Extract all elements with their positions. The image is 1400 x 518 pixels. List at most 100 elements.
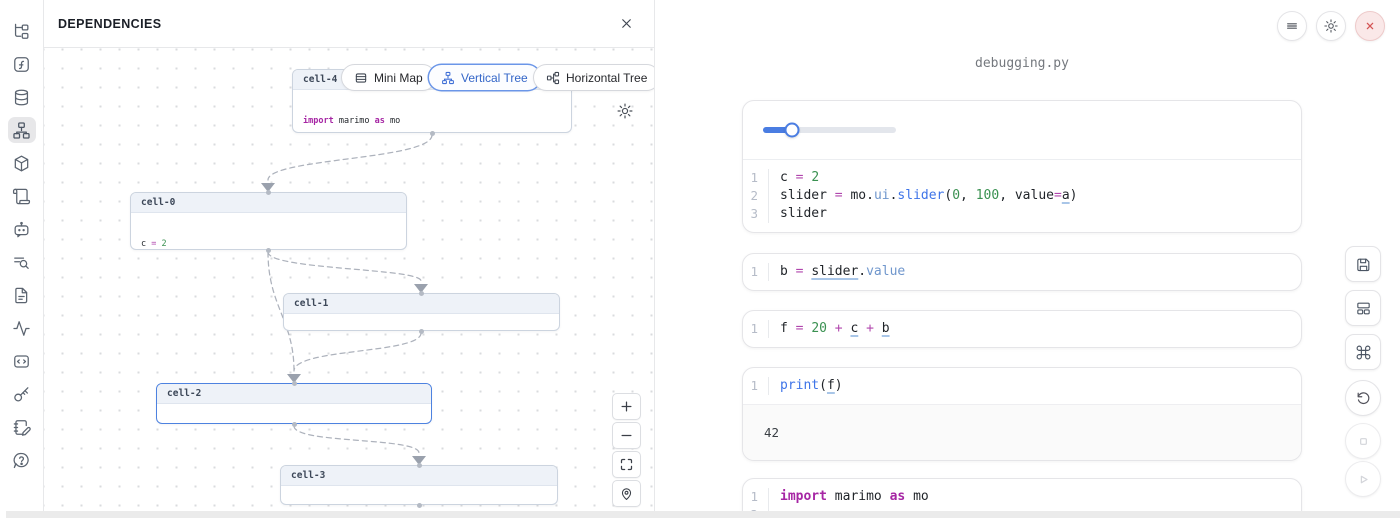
code-editor[interactable]: 1b = slider.value (743, 254, 1301, 290)
console-output: 42 (743, 404, 1301, 460)
undo-button[interactable] (1345, 380, 1381, 416)
graph-settings-button[interactable] (616, 102, 634, 120)
zoom-out-button[interactable] (612, 422, 641, 449)
line-number: 1 (743, 320, 769, 338)
node-handle (419, 329, 424, 334)
horizontal-tree-button[interactable]: Horizontal Tree (533, 64, 654, 91)
document-icon[interactable] (8, 282, 36, 308)
notebook-filename: debugging.py (742, 56, 1302, 71)
notebook-cell[interactable]: 1 c = 2 2slider = mo.ui.slider(0, 100, va… (742, 100, 1302, 233)
code-text: print(f) (780, 377, 843, 395)
code-line[interactable]: 1 print(f) (743, 377, 1301, 395)
vertical-tree-icon (441, 71, 455, 85)
code-line[interactable]: 1 c = 2 (743, 169, 1301, 187)
line-number: 1 (743, 169, 769, 187)
slider-widget[interactable] (763, 127, 896, 133)
scratchpad-icon[interactable] (8, 414, 36, 440)
file-tree-icon[interactable] (8, 18, 36, 44)
code-editor[interactable]: 1 print(f) (743, 368, 1301, 404)
fit-view-button[interactable] (612, 451, 641, 478)
code-line[interactable]: 1f = 20 + c + b (743, 320, 1301, 338)
node-handle (430, 131, 435, 136)
graph-node-cell-2[interactable]: cell-2 f = 20 + c + b (156, 383, 432, 424)
key-icon[interactable] (8, 381, 36, 407)
graph-node-cell-0[interactable]: cell-0 c = 2 slider = mo.ui.slider(0, 10… (130, 192, 407, 250)
minimap-icon (354, 71, 368, 85)
database-icon[interactable] (8, 84, 36, 110)
notebook-cell[interactable]: 1b = slider.value (742, 253, 1302, 291)
dependency-graph-icon[interactable] (8, 117, 36, 143)
node-handle (266, 248, 271, 253)
node-handle (417, 503, 422, 508)
gear-icon (1323, 18, 1339, 34)
line-number: 1 (743, 377, 769, 395)
graph-node-cell-1[interactable]: cell-1 b = slider.value (283, 293, 560, 331)
shutdown-button[interactable] (1355, 11, 1385, 41)
bottom-scroll-strip[interactable] (6, 511, 1400, 518)
minimap-button[interactable]: Mini Map (341, 64, 436, 91)
package-icon[interactable] (8, 150, 36, 176)
slider-handle[interactable] (785, 123, 800, 138)
save-button[interactable] (1345, 246, 1381, 282)
code-editor[interactable]: 1 c = 2 2slider = mo.ui.slider(0, 100, va… (743, 160, 1301, 232)
locate-node-button[interactable] (612, 480, 641, 507)
gear-icon (616, 102, 634, 120)
code-text: slider = mo.ui.slider(0, 100, value=a) (780, 187, 1077, 205)
fit-view-icon (619, 457, 634, 472)
line-number: 1 (743, 488, 769, 506)
function-icon[interactable] (8, 51, 36, 77)
node-title: cell-1 (284, 294, 559, 314)
close-icon (1362, 18, 1378, 34)
app-window: DEPENDENCIES (0, 0, 1400, 518)
cell-output (743, 101, 1301, 160)
node-handle (266, 190, 271, 195)
ai-chat-icon[interactable] (8, 216, 36, 242)
undo-icon (1355, 390, 1372, 407)
stop-icon (1355, 433, 1372, 450)
search-list-icon[interactable] (8, 249, 36, 275)
helper-panel-rail (0, 0, 44, 518)
code-text: slider (780, 205, 827, 223)
menu-icon (1284, 18, 1300, 34)
snippets-icon[interactable] (8, 348, 36, 374)
save-icon (1355, 256, 1372, 273)
stop-button[interactable] (1345, 423, 1381, 459)
logs-icon[interactable] (8, 183, 36, 209)
node-handle (417, 463, 422, 468)
graph-zoom-controls (612, 393, 641, 507)
code-line[interactable]: 1 import marimo as mo (743, 488, 1301, 506)
notebook-menu-button[interactable] (1277, 11, 1307, 41)
dependency-graph-canvas[interactable]: cell-4 import marimo as mo a = 20 cell-0… (44, 48, 654, 518)
notebook-settings-button[interactable] (1316, 11, 1346, 41)
node-title: cell-3 (281, 466, 557, 486)
help-icon[interactable] (8, 447, 36, 473)
panel-title: DEPENDENCIES (58, 17, 161, 31)
horizontal-tree-icon (546, 71, 560, 85)
run-button[interactable] (1345, 461, 1381, 497)
code-text: c = 2 (780, 169, 819, 187)
node-title: cell-2 (157, 384, 431, 404)
layout-toggle-button[interactable] (1345, 290, 1381, 326)
line-number: 3 (743, 205, 769, 223)
code-text: import marimo as mo (780, 488, 929, 506)
tracing-icon[interactable] (8, 315, 36, 341)
notebook-cell[interactable]: 1f = 20 + c + b (742, 310, 1302, 348)
graph-node-cell-3[interactable]: cell-3 print(f) (280, 465, 558, 505)
vertical-tree-button[interactable]: Vertical Tree (428, 64, 541, 91)
minus-icon (619, 428, 634, 443)
notebook-area: debugging.py 1 c = 2 2slider = mo.ui.slid… (655, 0, 1400, 518)
code-line[interactable]: 2slider = mo.ui.slider(0, 100, value=a) (743, 187, 1301, 205)
notebook-cell[interactable]: 1 print(f) 42 (742, 367, 1302, 461)
layout-icon (1355, 300, 1372, 317)
code-line[interactable]: 3 slider (743, 205, 1301, 223)
dependencies-panel: DEPENDENCIES (44, 0, 655, 518)
node-handle (292, 422, 297, 427)
code-editor[interactable]: 1f = 20 + c + b (743, 311, 1301, 347)
code-text: b = slider.value (780, 263, 905, 281)
code-line[interactable]: 1b = slider.value (743, 263, 1301, 281)
node-handle (292, 381, 297, 386)
keyboard-shortcuts-button[interactable] (1345, 334, 1381, 370)
node-handle (419, 291, 424, 296)
close-panel-button[interactable] (619, 16, 634, 31)
zoom-in-button[interactable] (612, 393, 641, 420)
